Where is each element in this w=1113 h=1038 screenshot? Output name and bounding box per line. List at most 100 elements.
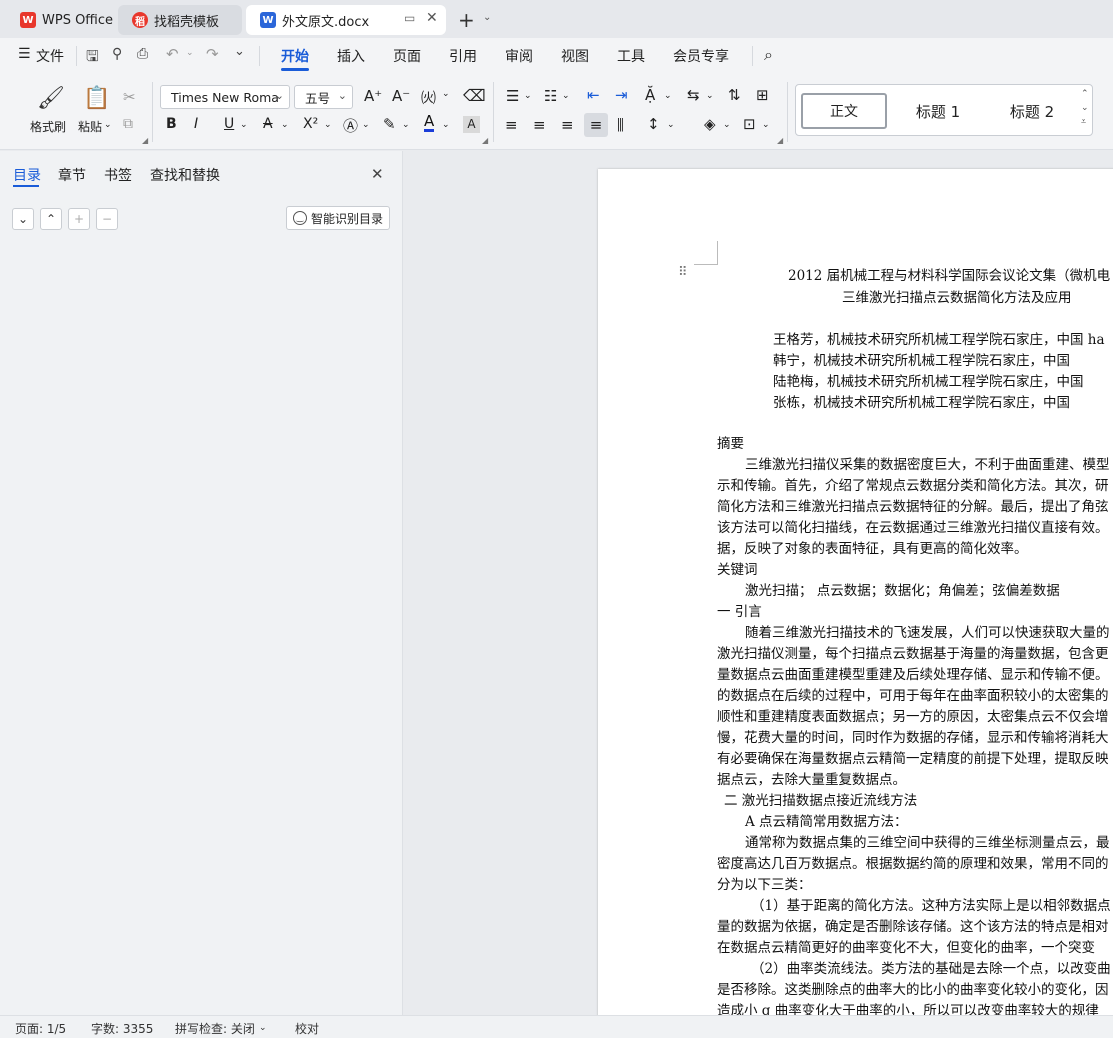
document-line[interactable]: 王格芳，机械技术研究所机械工程学院石家庄，中国 ha [773,328,1105,348]
numbered-list-icon[interactable]: ☷ [544,87,557,105]
line-spacing-icon[interactable]: ↕ [647,115,660,133]
search-icon[interactable]: ⌕ [764,45,773,65]
drag-handle-icon[interactable]: ⠿ [678,265,688,280]
align-center-icon[interactable]: ≡ [533,116,546,134]
close-tab-icon[interactable]: ✕ [426,10,438,26]
document-line[interactable]: 通常称为数据点集的三维空间中获得的三维坐标测量点云，最 [745,831,1110,851]
border-chevron-icon[interactable]: ⌄ [762,120,770,130]
distributed-align-icon[interactable]: ⫼ [617,116,624,134]
paragraph-launcher-icon[interactable]: ◢ [777,136,783,145]
font-name-select[interactable]: Times New Roma ⌄ [160,85,290,109]
text-effect-chevron-icon[interactable]: ⌄ [362,120,370,130]
line-break-chevron-icon[interactable]: ⌄ [706,91,714,101]
page-indicator[interactable]: 页面: 1/5 [15,1020,66,1037]
phonetic-guide-icon[interactable]: ㈫ [421,87,436,108]
highlight-chevron-icon[interactable]: ⌄ [402,120,410,130]
style-heading-2[interactable]: 标题 2 [989,93,1075,129]
undo-icon[interactable]: ↶ [166,45,179,63]
document-line[interactable]: 据，反映了对象的表面特征，具有更高的简化效率。 [717,537,1028,557]
underline-icon[interactable]: U [224,116,234,132]
document-line[interactable]: 的数据点在后续的过程中，可用于每年在曲率面积较小的太密集的 [717,684,1109,704]
border-icon[interactable]: ⊡ [743,115,756,133]
show-marks-icon[interactable]: ⊞ [756,86,769,104]
redo-icon[interactable]: ↷ [206,45,219,63]
text-direction-chevron-icon[interactable]: ⌄ [664,91,672,101]
document-line[interactable]: 三维激光扫描点云数据简化方法及应用 [842,286,1072,306]
document-line[interactable]: 有必要确保在海量数据点云精简一定精度的前提下处理，提取反映 [717,747,1109,767]
nav-tab-find-replace[interactable]: 查找和替换 [150,165,220,185]
menu-insert[interactable]: 插入 [337,46,365,66]
font-launcher-icon[interactable]: ◢ [482,136,488,145]
document-line[interactable]: 慢，花费大量的时间，同时作为数据的存储，显示和传输将消耗大 [717,726,1109,746]
font-color-icon[interactable]: A [424,114,435,132]
menu-page[interactable]: 页面 [393,46,421,66]
proofread-button[interactable]: 校对 [295,1020,319,1037]
paste-icon[interactable]: 📋 [83,86,110,111]
line-break-icon[interactable]: ⇆ [687,86,700,104]
line-spacing-chevron-icon[interactable]: ⌄ [667,120,675,130]
document-line[interactable]: 2012 届机械工程与材料科学国际会议论文集（微机电 [788,264,1110,284]
sort-icon[interactable]: ⇅ [728,86,741,104]
document-line[interactable]: 是否移除。这类删除点的曲率大的比小的曲率变化较小的变化，因 [717,978,1109,998]
superscript-icon[interactable]: X² [303,116,318,132]
style-heading-1[interactable]: 标题 1 [895,93,981,129]
word-count[interactable]: 字数: 3355 [91,1020,153,1037]
document-line[interactable]: 量数据点云曲面重建模型重建及后续处理存储、显示和传输不便。 [717,663,1109,683]
styles-scroll-down-icon[interactable]: ⌄ [1081,103,1089,113]
superscript-chevron-icon[interactable]: ⌄ [324,120,332,130]
bullet-list-icon[interactable]: ☰ [506,87,519,105]
new-tab-icon[interactable]: + [458,8,475,32]
text-effect-icon[interactable]: Ⓐ [343,115,358,136]
char-shading-icon[interactable]: A [463,116,480,133]
styles-scroll-up-icon[interactable]: ⌃ [1081,89,1089,99]
print-preview-icon[interactable]: ⎙ [137,46,148,62]
document-line[interactable]: （1）基于距离的简化方法。这种方法实际上是以相邻数据点 [751,894,1111,914]
smart-toc-button[interactable]: ‿ 智能识别目录 [286,206,390,230]
document-line[interactable]: 密度高达几百万数据点。根据数据约简的原理和效果，常用不同的 [717,852,1109,872]
nav-tab-toc[interactable]: 目录 [13,165,41,185]
menu-tools[interactable]: 工具 [617,46,645,66]
document-line[interactable]: 二 激光扫描数据点接近流线方法 [724,789,917,809]
menu-view[interactable]: 视图 [561,46,589,66]
paste-label[interactable]: 粘贴 [78,118,102,135]
bold-icon[interactable]: B [166,116,177,132]
align-left-icon[interactable]: ≡ [505,116,518,134]
document-line[interactable]: A 点云精简常用数据方法： [745,810,908,830]
document-line[interactable]: 据点云，去除大量重复数据点。 [717,768,906,788]
undo-chevron-icon[interactable]: ⌄ [186,48,194,58]
document-line[interactable]: （2）曲率类流线法。类方法的基础是去除一个点，以改变曲 [751,957,1111,977]
document-line[interactable]: 激光扫描仪测量，每个扫描点云数据基于海量的海量数据，包含更 [717,642,1109,662]
document-line[interactable]: 示和传输。首先，介绍了常规点云数据分类和简化方法。其次，研 [717,474,1109,494]
styles-more-icon[interactable]: ⩡ [1081,117,1086,127]
clear-format-icon[interactable]: ⌫ [463,86,486,105]
document-line[interactable]: 张栋，机械技术研究所机械工程学院石家庄，中国 [773,391,1070,411]
document-line[interactable]: 关键词 [717,558,758,578]
window-mode-icon[interactable]: ▭ [404,11,415,25]
spell-check-status[interactable]: 拼写检查: 关闭 [175,1020,255,1037]
menu-review[interactable]: 审阅 [505,46,533,66]
document-line[interactable]: 陆艳梅，机械技术研究所机械工程学院石家庄，中国 [773,370,1084,390]
format-painter-icon[interactable]: 🖌 [37,86,65,111]
tab-wps-office[interactable]: W WPS Office [6,5,114,35]
document-line[interactable]: 分为以下三类： [717,873,812,893]
menu-member[interactable]: 会员专享 [673,46,729,66]
document-page[interactable]: ⠿ 2012 届机械工程与材料科学国际会议论文集（微机电 三维激光扫描点云数据简化… [598,169,1113,1015]
paste-chevron-icon[interactable]: ⌄ [104,120,112,130]
document-line[interactable]: 三维激光扫描仪采集的数据密度巨大，不利于曲面重建、模型 [745,453,1110,473]
document-line[interactable]: 在数据点云精简更好的曲率变化不大，但变化的曲率，一个突变 [717,936,1095,956]
tab-list-chevron-icon[interactable]: ⌄ [483,12,491,23]
document-line[interactable]: 随着三维激光扫描技术的飞速发展，人们可以快速获取大量的 [745,621,1110,641]
strikethrough-chevron-icon[interactable]: ⌄ [281,120,289,130]
shading-icon[interactable]: ◈ [704,115,716,133]
document-line[interactable]: 顺性和重建精度表面数据点；另一方的原因，太密集点云不仅会增 [717,705,1109,725]
document-line[interactable]: 一 引言 [717,600,762,620]
highlight-icon[interactable]: ✎ [383,115,396,133]
bullet-chevron-icon[interactable]: ⌄ [524,91,532,101]
numbered-chevron-icon[interactable]: ⌄ [562,91,570,101]
menu-references[interactable]: 引用 [449,46,477,66]
document-line[interactable]: 简化方法和三维激光扫描点云数据特征的分解。最后，提出了角弦 [717,495,1109,515]
document-line[interactable]: 激光扫描； 点云数据；数据化；角偏差；弦偏差数据 [745,579,1060,599]
close-panel-icon[interactable]: ✕ [371,165,384,183]
increase-indent-icon[interactable]: ⇥ [615,86,628,104]
remove-heading-button[interactable]: − [96,208,118,230]
